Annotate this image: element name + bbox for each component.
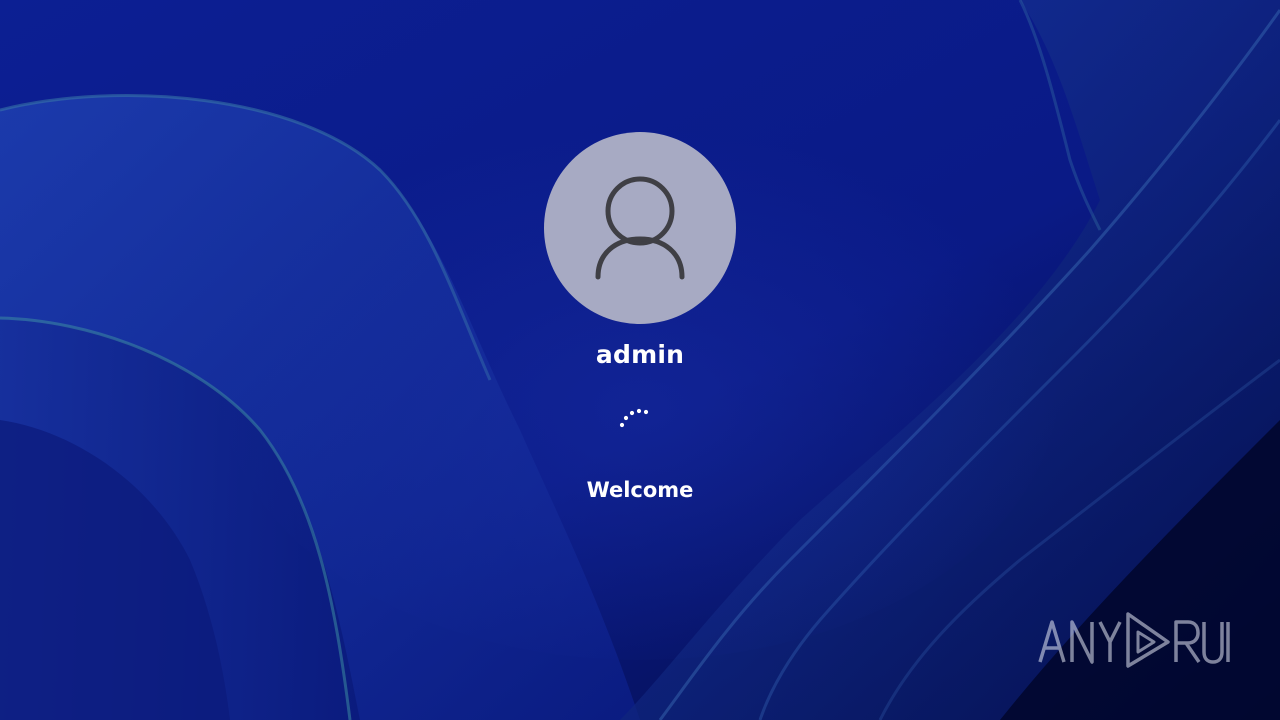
status-message: Welcome	[586, 478, 694, 502]
loading-spinner-icon	[619, 408, 649, 428]
user-avatar	[544, 132, 736, 324]
user-icon	[595, 176, 685, 280]
anyrun-logo: ANY RUN	[1038, 612, 1230, 668]
lock-screen: admin Welcome ANY RUN	[0, 0, 1280, 720]
username-label: admin	[595, 340, 685, 369]
